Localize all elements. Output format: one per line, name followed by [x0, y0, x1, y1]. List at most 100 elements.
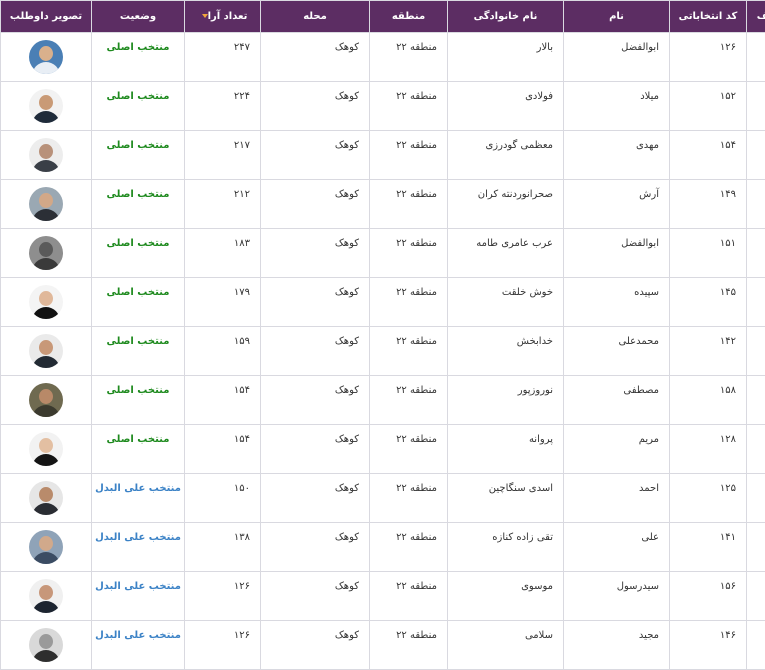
last-name: خوش خلقت: [448, 278, 563, 298]
last-name-cell: سلامی: [448, 621, 564, 670]
table-row: ۱۱۱۴۱علیتقی زاده کنازهمنطقه ۲۲کوهک۱۳۸منت…: [1, 523, 765, 572]
status-badge-cell: منتخب اصلی: [92, 327, 185, 376]
region: منطقه ۲۲: [370, 523, 447, 543]
table-row: ۳۱۵۴مهدیمعظمی گودرزیمنطقه ۲۲کوهک۲۱۷منتخب…: [1, 131, 765, 180]
area-cell: کوهک: [261, 131, 370, 180]
column-header-first-name[interactable]: نام: [564, 1, 670, 33]
avatar-body: [32, 209, 60, 221]
candidate-code: ۱۴۹: [670, 180, 746, 200]
avatar[interactable]: [29, 285, 63, 319]
avatar-head: [39, 95, 53, 110]
last-name: سلامی: [448, 621, 563, 641]
votes-count-cell: ۱۵۴: [185, 425, 261, 474]
status-badge-cell: منتخب اصلی: [92, 180, 185, 229]
area: کوهک: [261, 278, 369, 298]
avatar[interactable]: [29, 89, 63, 123]
area-cell: کوهک: [261, 523, 370, 572]
avatar[interactable]: [29, 236, 63, 270]
votes-count: ۲۱۷: [185, 131, 260, 151]
region: منطقه ۲۲: [370, 180, 447, 200]
avatar-body: [32, 454, 60, 466]
candidate-photo-cell: [1, 425, 92, 474]
status-badge: منتخب اصلی: [92, 376, 184, 396]
votes-count-cell: ۲۱۲: [185, 180, 261, 229]
candidate-code-cell: ۱۲۵: [670, 474, 747, 523]
row-number-cell: ۱۰: [747, 474, 765, 523]
candidate-code-cell: ۱۵۶: [670, 572, 747, 621]
column-header-photo[interactable]: تصویر داوطلب: [1, 1, 92, 33]
status-badge: منتخب علی البدل: [92, 474, 184, 494]
votes-count-cell: ۱۲۶: [185, 621, 261, 670]
row-number: ۵: [747, 246, 765, 261]
last-name: صحرانوردنته کران: [448, 180, 563, 200]
status-badge-cell: منتخب اصلی: [92, 376, 185, 425]
avatar[interactable]: [29, 579, 63, 613]
region-cell: منطقه ۲۲: [370, 82, 448, 131]
results-table-container: ردیف کد انتخاباتی نام نام خانوادگی منطقه…: [0, 0, 765, 663]
area: کوهک: [261, 327, 369, 347]
avatar[interactable]: [29, 530, 63, 564]
avatar[interactable]: [29, 187, 63, 221]
candidate-code-cell: ۱۴۹: [670, 180, 747, 229]
area-cell: کوهک: [261, 572, 370, 621]
votes-count-cell: ۲۲۴: [185, 82, 261, 131]
avatar[interactable]: [29, 481, 63, 515]
column-header-code[interactable]: کد انتخاباتی: [670, 1, 747, 33]
region: منطقه ۲۲: [370, 376, 447, 396]
column-header-last-name[interactable]: نام خانوادگی: [448, 1, 564, 33]
first-name-cell: احمد: [564, 474, 670, 523]
votes-count: ۱۷۹: [185, 278, 260, 298]
avatar-body: [32, 62, 60, 74]
last-name-cell: پروانه: [448, 425, 564, 474]
candidate-code: ۱۴۶: [670, 621, 746, 641]
candidate-code: ۱۴۱: [670, 523, 746, 543]
table-row: ۹۱۲۸مریمپروانهمنطقه ۲۲کوهک۱۵۴منتخب اصلی: [1, 425, 765, 474]
area: کوهک: [261, 33, 369, 53]
table-row: ۸۱۵۸مصطفینوروزپورمنطقه ۲۲کوهک۱۵۴منتخب اص…: [1, 376, 765, 425]
area-cell: کوهک: [261, 82, 370, 131]
votes-count-cell: ۱۲۶: [185, 572, 261, 621]
avatar-head: [39, 536, 53, 551]
region-cell: منطقه ۲۲: [370, 278, 448, 327]
region-cell: منطقه ۲۲: [370, 376, 448, 425]
region: منطقه ۲۲: [370, 278, 447, 298]
candidate-photo-cell: [1, 180, 92, 229]
column-header-region[interactable]: منطقه: [370, 1, 448, 33]
avatar-head: [39, 144, 53, 159]
candidate-photo-cell: [1, 33, 92, 82]
column-header-area[interactable]: محله: [261, 1, 370, 33]
avatar-body: [32, 307, 60, 319]
avatar[interactable]: [29, 383, 63, 417]
candidate-photo-cell: [1, 621, 92, 670]
candidate-code: ۱۲۵: [670, 474, 746, 494]
avatar-body: [32, 552, 60, 564]
first-name: احمد: [564, 474, 669, 494]
avatar[interactable]: [29, 138, 63, 172]
first-name: ابوالفضل: [564, 33, 669, 53]
first-name: مریم: [564, 425, 669, 445]
column-header-status[interactable]: وضعیت: [92, 1, 185, 33]
first-name: سیدرسول: [564, 572, 669, 592]
candidate-code-cell: ۱۵۴: [670, 131, 747, 180]
last-name: موسوی: [448, 572, 563, 592]
status-badge-cell: منتخب اصلی: [92, 33, 185, 82]
row-number: ۴: [747, 197, 765, 212]
last-name-cell: بالار: [448, 33, 564, 82]
first-name-cell: آرش: [564, 180, 670, 229]
area: کوهک: [261, 474, 369, 494]
avatar-head: [39, 634, 53, 649]
avatar-head: [39, 438, 53, 453]
status-badge: منتخب علی البدل: [92, 572, 184, 592]
votes-count: ۱۵۰: [185, 474, 260, 494]
candidate-photo-cell: [1, 474, 92, 523]
status-badge: منتخب اصلی: [92, 425, 184, 445]
avatar[interactable]: [29, 334, 63, 368]
avatar-body: [32, 160, 60, 172]
avatar[interactable]: [29, 40, 63, 74]
candidate-code: ۱۵۱: [670, 229, 746, 249]
column-header-votes[interactable]: تعداد آرا: [185, 1, 261, 33]
column-header-radif[interactable]: ردیف: [747, 1, 765, 33]
avatar[interactable]: [29, 432, 63, 466]
avatar[interactable]: [29, 628, 63, 662]
row-number: ۳: [747, 148, 765, 163]
